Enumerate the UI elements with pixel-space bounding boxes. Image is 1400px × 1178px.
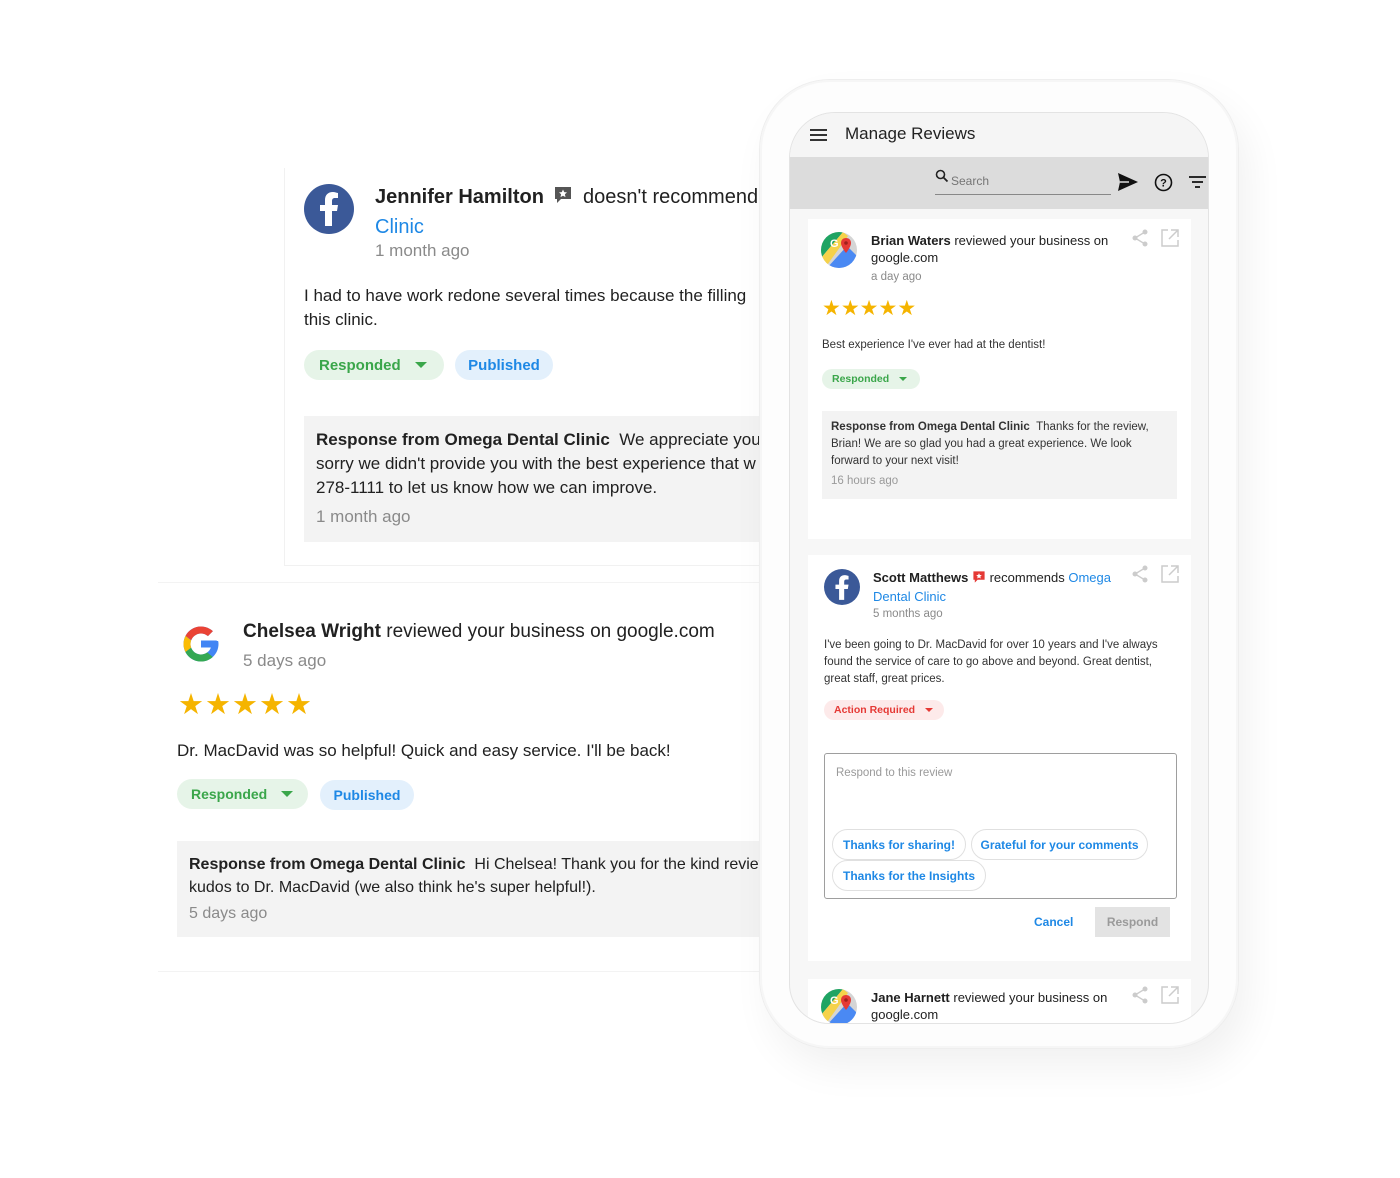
svg-text:?: ?	[1160, 178, 1167, 190]
quick-reply-chip[interactable]: Thanks for sharing!	[832, 829, 966, 860]
star-icon: ★	[897, 297, 917, 320]
review-card-jennifer-hamilton: Jennifer Hamilton doesn't recommend O Cl…	[284, 168, 785, 566]
review-body: Best experience I've ever had at the den…	[822, 339, 1046, 351]
review-card-chelsea-wright: Chelsea Wright reviewed your business on…	[158, 582, 784, 972]
open-external-icon[interactable]	[1161, 986, 1179, 1004]
chevron-down-icon	[281, 791, 294, 797]
owner-response: Response from Omega Dental Clinic Thanks…	[822, 411, 1177, 499]
review-title: Jane Harnett reviewed your business on g…	[871, 990, 1108, 1022]
hamburger-menu-icon[interactable]	[810, 129, 827, 141]
star-icon: ★	[878, 297, 898, 320]
business-link-cont[interactable]: Clinic	[375, 216, 424, 238]
star-icon: ★	[286, 689, 313, 721]
review-title: Brian Waters reviewed your business on g…	[871, 233, 1109, 265]
status-dropdown-responded[interactable]: Responded	[177, 779, 308, 809]
reply-placeholder: Respond to this review	[836, 767, 953, 779]
star-rating: ★ ★ ★ ★ ★	[178, 687, 313, 722]
facebook-icon	[304, 184, 354, 234]
open-external-icon[interactable]	[1161, 229, 1179, 247]
star-icon: ★	[840, 297, 860, 320]
cancel-button[interactable]: Cancel	[1034, 915, 1073, 929]
recommend-badge-icon	[972, 570, 986, 588]
review-time: 1 month ago	[375, 241, 470, 260]
quick-reply-chip[interactable]: Thanks for the Insights	[832, 860, 986, 891]
star-icon: ★	[232, 689, 259, 721]
review-time: 5 months ago	[873, 608, 943, 620]
review-card-brian-waters: G Brian Waters reviewed your business on…	[808, 219, 1191, 539]
search-field[interactable]	[935, 167, 1111, 195]
star-rating: ★ ★ ★ ★ ★	[822, 296, 916, 321]
reviewer-name[interactable]: Scott Matthews	[873, 570, 968, 585]
response-time: 1 month ago	[316, 507, 411, 526]
review-card-scott-matthews: Scott Matthews recommends Omega Dental C…	[808, 555, 1191, 961]
reply-textarea[interactable]: Respond to this review Thanks for sharin…	[824, 753, 1177, 899]
star-icon: ★	[822, 297, 841, 320]
google-icon	[180, 623, 222, 670]
reviewer-name[interactable]: Chelsea Wright	[243, 621, 381, 642]
reviewer-name[interactable]: Brian Waters	[871, 233, 951, 248]
status-dropdown-responded[interactable]: Responded	[822, 369, 920, 389]
svg-text:G: G	[830, 238, 839, 250]
owner-response: Response from Omega Dental Clinic We app…	[304, 416, 785, 542]
google-maps-icon: G	[821, 232, 857, 273]
review-time: a day ago	[871, 271, 922, 283]
reviewer-name[interactable]: Jennifer Hamilton	[375, 186, 544, 208]
share-icon[interactable]	[1132, 565, 1148, 583]
review-title: Chelsea Wright reviewed your business on…	[243, 621, 715, 642]
send-icon[interactable]	[1118, 173, 1138, 191]
share-icon[interactable]	[1132, 229, 1148, 247]
share-icon[interactable]	[1132, 986, 1148, 1004]
response-time: 5 days ago	[189, 905, 268, 922]
search-input[interactable]	[951, 174, 1101, 188]
chevron-down-icon	[414, 362, 427, 368]
app-title: Manage Reviews	[845, 124, 976, 143]
review-badge-icon	[553, 185, 573, 213]
help-icon[interactable]: ?	[1154, 173, 1173, 192]
status-dropdown-responded[interactable]: Responded	[304, 350, 444, 380]
review-body: I've been going to Dr. MacDavid for over…	[824, 639, 1158, 685]
star-icon: ★	[205, 689, 232, 721]
review-body: I had to have work redone several times …	[304, 286, 747, 329]
open-external-icon[interactable]	[1161, 565, 1179, 583]
search-icon	[935, 169, 949, 183]
svg-text:G: G	[830, 995, 839, 1007]
respond-button[interactable]: Respond	[1095, 907, 1170, 937]
published-badge: Published	[455, 350, 553, 380]
star-icon: ★	[178, 689, 205, 721]
facebook-icon	[824, 569, 860, 605]
reviewer-name[interactable]: Jane Harnett	[871, 990, 950, 1005]
chevron-down-icon	[899, 377, 908, 381]
review-card-jane-harnett: G Jane Harnett reviewed your business on…	[808, 979, 1191, 1023]
chevron-down-icon	[925, 708, 934, 712]
filter-icon[interactable]	[1189, 176, 1206, 188]
app-bar: Manage Reviews	[790, 113, 1208, 157]
google-maps-icon: G	[821, 989, 857, 1023]
response-time: 16 hours ago	[831, 475, 899, 487]
owner-response: Response from Omega Dental Clinic Hi Che…	[177, 841, 784, 937]
business-link[interactable]: Omega	[1068, 570, 1111, 585]
review-body: Dr. MacDavid was so helpful! Quick and e…	[177, 741, 671, 760]
status-dropdown-action-required[interactable]: Action Required	[824, 700, 944, 720]
star-icon: ★	[259, 689, 286, 721]
quick-reply-chip[interactable]: Grateful for your comments	[971, 829, 1148, 860]
star-icon: ★	[859, 297, 879, 320]
search-toolbar: ?	[790, 157, 1208, 209]
review-time: 5 days ago	[243, 651, 327, 670]
business-link-cont[interactable]: Dental Clinic	[873, 589, 946, 604]
review-title: Jennifer Hamilton doesn't recommend O Cl…	[375, 183, 805, 241]
review-title: Scott Matthews recommends Omega Dental C…	[873, 570, 1111, 604]
published-badge: Published	[320, 780, 414, 810]
phone-screen: Manage Reviews ? G	[789, 112, 1209, 1024]
